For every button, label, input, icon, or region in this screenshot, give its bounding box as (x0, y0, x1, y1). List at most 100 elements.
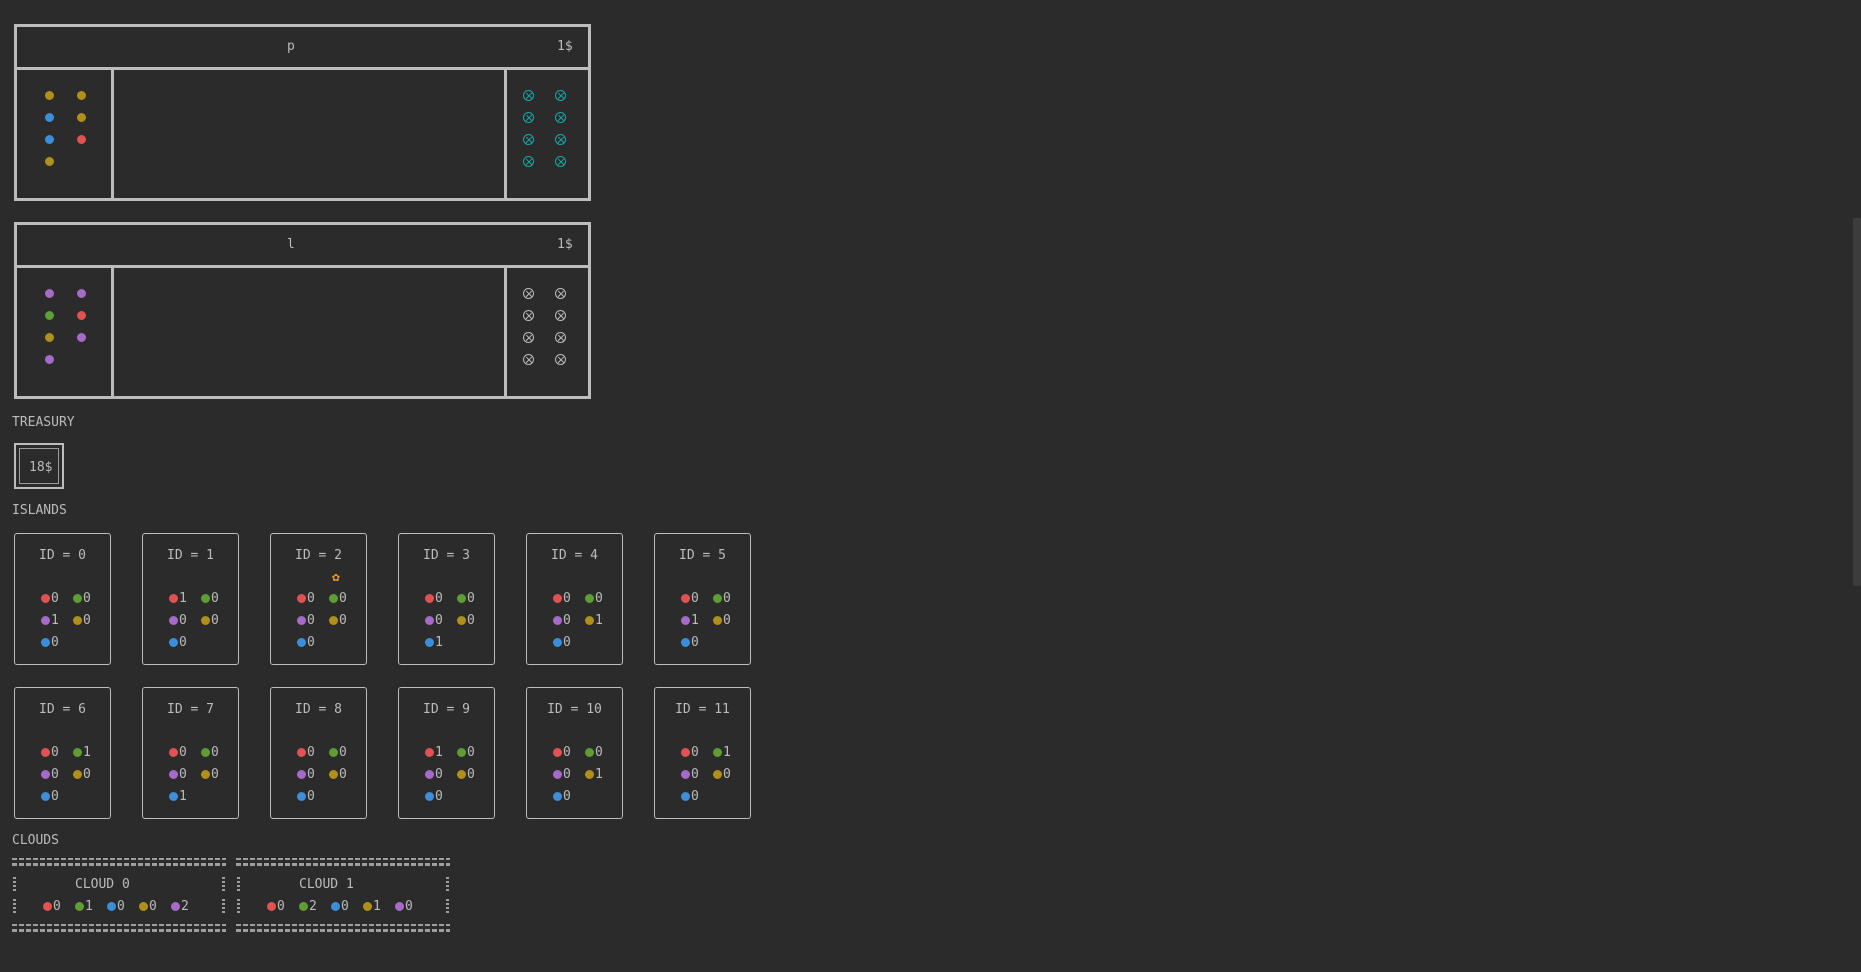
island-student-green: 0 (713, 591, 731, 606)
island-student-pink: 0 (681, 767, 699, 782)
treasury-label: TREASURY (12, 415, 75, 430)
island-8[interactable]: ID = 800000 (270, 687, 367, 819)
entrance-student-yellow[interactable] (45, 157, 54, 166)
island-id: ID = 3 (423, 548, 470, 563)
cloud-student-blue: 0 (107, 899, 125, 914)
student-dot-icon (329, 748, 338, 757)
island-11[interactable]: ID = 11 0 1 0 0 0 (654, 687, 751, 819)
player-name: p (287, 39, 295, 54)
student-dot-icon (425, 594, 434, 603)
island-10[interactable]: ID = 10 0 0 0 1 0 (526, 687, 623, 819)
island-student-pink: 0 (41, 767, 59, 782)
island-id: ID = 10 (547, 702, 602, 717)
student-dot-icon (585, 748, 594, 757)
island-id: ID = 7 (167, 702, 214, 717)
student-dot-icon (553, 594, 562, 603)
island-student-green: 0 (457, 591, 475, 606)
entrance-student-yellow[interactable] (45, 91, 54, 100)
island-4[interactable]: ID = 400010 (526, 533, 623, 665)
island-student-red: 0 (553, 591, 571, 606)
student-dot-icon (41, 616, 50, 625)
island-5[interactable]: ID = 500100 (654, 533, 751, 665)
student-dot-icon (297, 748, 306, 757)
student-dot-icon (41, 770, 50, 779)
island-student-blue: 0 (553, 789, 571, 804)
island-0[interactable]: ID = 000100 (14, 533, 111, 665)
student-dot-icon (297, 792, 306, 801)
island-student-green: 0 (585, 591, 603, 606)
player-board: l 1$ (14, 222, 591, 399)
student-dot-icon (329, 594, 338, 603)
island-student-pink: 0 (553, 613, 571, 628)
cloud-student-green: 2 (299, 899, 317, 914)
student-dot-icon (73, 616, 82, 625)
island-student-blue: 1 (425, 635, 443, 650)
student-dot-icon (169, 616, 178, 625)
island-student-yellow: 0 (201, 767, 219, 782)
student-dot-icon (201, 770, 210, 779)
island-student-pink: 0 (297, 613, 315, 628)
island-student-blue: 0 (169, 635, 187, 650)
vertical-scrollbar[interactable] (1853, 218, 1861, 586)
island-student-yellow: 0 (329, 767, 347, 782)
tower-icon (555, 310, 566, 321)
island-9[interactable]: ID = 910000 (398, 687, 495, 819)
island-id: ID = 1 (167, 548, 214, 563)
island-7[interactable]: ID = 700001 (142, 687, 239, 819)
island-student-yellow: 0 (713, 767, 731, 782)
island-id: ID = 2 (295, 548, 342, 563)
island-student-red: 0 (41, 591, 59, 606)
island-3[interactable]: ID = 300001 (398, 533, 495, 665)
player-coins: 1$ (557, 237, 573, 252)
tower-icon (523, 90, 534, 101)
entrance-student-red[interactable] (77, 311, 86, 320)
island-student-red: 0 (425, 591, 443, 606)
student-dot-icon (585, 594, 594, 603)
tower-icon (523, 310, 534, 321)
player-board: p 1$ (14, 24, 591, 201)
entrance-student-pink[interactable] (45, 289, 54, 298)
island-student-yellow: 0 (713, 613, 731, 628)
entrance-student-yellow[interactable] (77, 91, 86, 100)
student-dot-icon (425, 638, 434, 647)
entrance-student-pink[interactable] (77, 289, 86, 298)
student-dot-icon (681, 792, 690, 801)
entrance-student-pink[interactable] (45, 355, 54, 364)
island-id: ID = 5 (679, 548, 726, 563)
island-student-yellow: 0 (73, 767, 91, 782)
cloud-student-green: 1 (75, 899, 93, 914)
student-dot-icon (169, 792, 178, 801)
island-1[interactable]: ID = 110000 (142, 533, 239, 665)
island-2[interactable]: ID = 2 ✿ 0 0 0 0 0 (270, 533, 367, 665)
student-dot-icon (41, 792, 50, 801)
island-student-yellow: 0 (329, 613, 347, 628)
island-student-pink: 1 (41, 613, 59, 628)
tower-icon (555, 354, 566, 365)
entrance-student-yellow[interactable] (45, 333, 54, 342)
island-student-pink: 0 (425, 613, 443, 628)
entrance-student-green[interactable] (45, 311, 54, 320)
island-student-green: 1 (713, 745, 731, 760)
treasury-box: 18$ (14, 443, 64, 489)
cloud-student-red: 0 (43, 899, 61, 914)
student-dot-icon (425, 770, 434, 779)
tower-icon (523, 288, 534, 299)
entrance-student-blue[interactable] (45, 113, 54, 122)
cloud-student-pink: 0 (395, 899, 413, 914)
student-dot-icon (681, 616, 690, 625)
island-student-yellow: 0 (457, 767, 475, 782)
entrance-student-yellow[interactable] (77, 113, 86, 122)
cloud-student-blue: 0 (331, 899, 349, 914)
island-student-red: 1 (425, 745, 443, 760)
entrance-student-pink[interactable] (77, 333, 86, 342)
entrance-student-blue[interactable] (45, 135, 54, 144)
player-coins: 1$ (557, 39, 573, 54)
entrance-student-red[interactable] (77, 135, 86, 144)
island-student-blue: 1 (169, 789, 187, 804)
island-6[interactable]: ID = 601000 (14, 687, 111, 819)
island-id: ID = 11 (675, 702, 730, 717)
island-student-pink: 0 (169, 767, 187, 782)
island-student-red: 0 (41, 745, 59, 760)
tower-icon (523, 332, 534, 343)
student-dot-icon (425, 616, 434, 625)
